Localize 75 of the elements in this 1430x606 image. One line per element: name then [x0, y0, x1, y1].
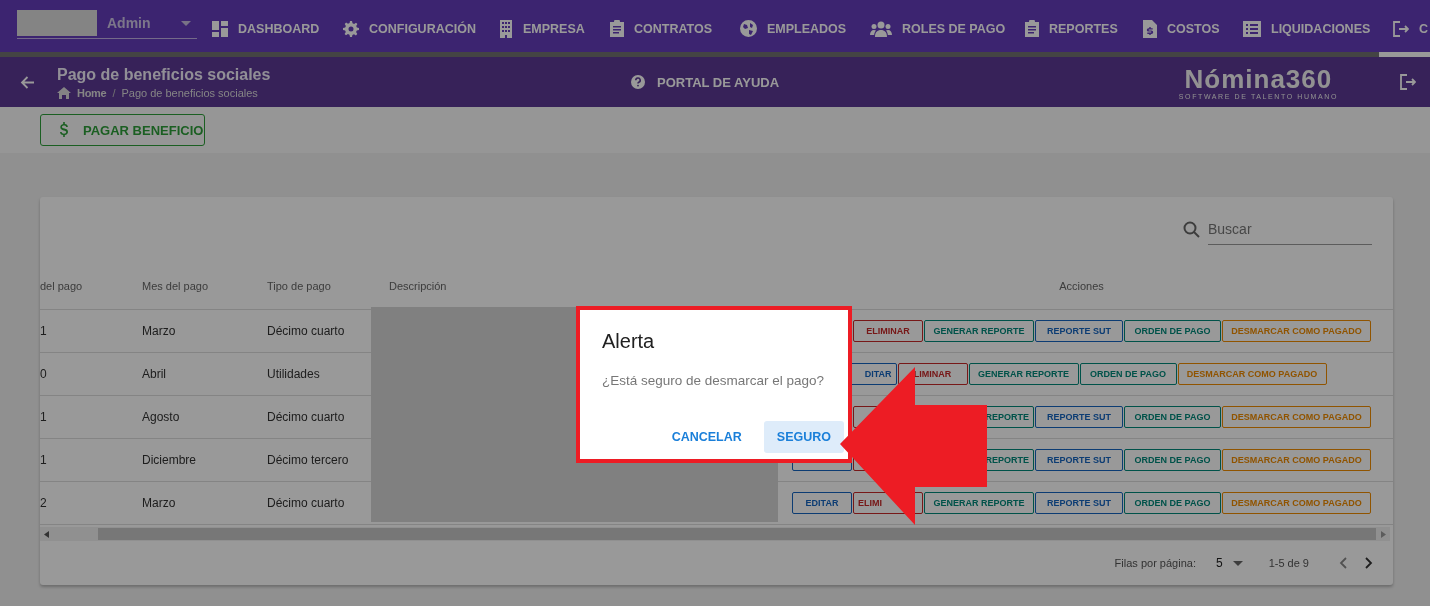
unmark-paid-button[interactable]: DESMARCAR COMO PAGADO [1222, 320, 1371, 342]
unmark-paid-button[interactable]: DESMARCAR COMO PAGADO [1222, 406, 1371, 428]
rows-per-page-label: Filas por página: [1114, 557, 1196, 569]
table-cell: Décimo tercero [267, 453, 349, 467]
cancel-button[interactable]: CANCELAR [663, 421, 750, 453]
table-cell: 0 [40, 367, 47, 381]
unmark-paid-button[interactable]: DESMARCAR COMO PAGADO [1222, 449, 1371, 471]
report-button[interactable]: GENERAR REPORTE [924, 320, 1034, 342]
table-cell: 1 [40, 324, 47, 338]
delete-button[interactable]: ELIMINAR [853, 320, 923, 342]
table-cell: Diciembre [142, 453, 196, 467]
dollar-file-icon [1143, 19, 1157, 38]
table-cell: 2 [40, 496, 47, 510]
breadcrumb-separator: / [112, 86, 116, 99]
page-range: 1-5 de 9 [1268, 557, 1309, 569]
search-icon [1183, 220, 1200, 238]
column-header: del pago [40, 279, 83, 292]
column-header: Acciones [1059, 279, 1104, 292]
clipboard-icon [610, 20, 624, 37]
edit-button[interactable]: EDITAR [792, 492, 852, 514]
next-page-icon[interactable] [1365, 557, 1373, 569]
payment-order-button[interactable]: ORDEN DE PAGO [1124, 492, 1221, 514]
globe-icon [740, 20, 757, 37]
dialog-message: ¿Está seguro de desmarcar el pago? [602, 373, 826, 388]
sut-report-button[interactable]: REPORTE SUT [1035, 406, 1123, 428]
table-cell: Décimo cuarto [267, 410, 345, 424]
help-icon [631, 75, 645, 89]
list-icon [1243, 20, 1261, 37]
dollar-icon [59, 122, 69, 138]
breadcrumb-link[interactable]: Home [77, 86, 107, 99]
page-title: Pago de beneficios sociales [57, 65, 272, 84]
caret-icon[interactable] [181, 20, 191, 26]
table-cell: Décimo cuarto [267, 496, 345, 510]
table-cell: Marzo [142, 324, 176, 338]
table-cell: Abril [142, 367, 166, 381]
report-button[interactable]: GENERAR REPORTE [924, 492, 1034, 514]
column-header: Mes del pago [142, 279, 209, 292]
table-cell: Utilidades [267, 367, 320, 381]
payment-order-button[interactable]: ORDEN DE PAGO [1124, 406, 1221, 428]
sut-report-button[interactable]: REPORTE SUT [1035, 320, 1123, 342]
clipboard-icon [1025, 20, 1039, 37]
pay-benefit-button[interactable]: PAGAR BENEFICIO [40, 114, 205, 146]
breadcrumb-current: Pago de beneficios sociales [121, 86, 258, 99]
logout-icon[interactable] [1400, 74, 1416, 90]
payment-order-button[interactable]: ORDEN DE PAGO [1124, 320, 1221, 342]
user-name[interactable]: Admin [107, 15, 151, 31]
column-header: Descripción [389, 279, 447, 292]
logo-text: Nómina360 [1184, 64, 1333, 93]
sut-report-button[interactable]: REPORTE SUT [1035, 449, 1123, 471]
people-icon [870, 20, 892, 37]
unmark-paid-button[interactable]: DESMARCAR COMO PAGADO [1177, 363, 1327, 385]
dashboard-icon [212, 20, 228, 37]
table-cell: Marzo [142, 496, 176, 510]
unmark-paid-button[interactable]: DESMARCAR COMO PAGADO [1222, 492, 1371, 514]
table-cell: Agosto [142, 410, 180, 424]
rows-per-page-select[interactable]: 5 [1195, 556, 1243, 570]
table-cell: 1 [40, 410, 47, 424]
horizontal-scrollbar[interactable] [40, 527, 1390, 541]
search-field[interactable]: Buscar [1208, 213, 1372, 245]
dialog-title: Alerta [602, 330, 656, 353]
payment-order-button[interactable]: ORDEN DE PAGO [1079, 363, 1177, 385]
settings-icon [343, 20, 359, 37]
previous-page-icon[interactable] [1339, 557, 1347, 569]
payment-order-button[interactable]: ORDEN DE PAGO [1124, 449, 1221, 471]
table-cell: 1 [40, 453, 47, 467]
building-icon [499, 19, 513, 38]
home-icon[interactable] [57, 86, 71, 99]
back-arrow-icon[interactable] [20, 74, 35, 90]
logout-icon [1393, 20, 1409, 37]
column-header: Tipo de pago [267, 279, 331, 292]
report-button[interactable]: GENERAR REPORTE [968, 363, 1079, 385]
confirm-button[interactable]: SEGURO [763, 421, 844, 453]
sut-report-button[interactable]: REPORTE SUT [1035, 492, 1123, 514]
help-link[interactable]: PORTAL DE AYUDA [631, 74, 780, 90]
table-cell: Décimo cuarto [267, 324, 345, 338]
